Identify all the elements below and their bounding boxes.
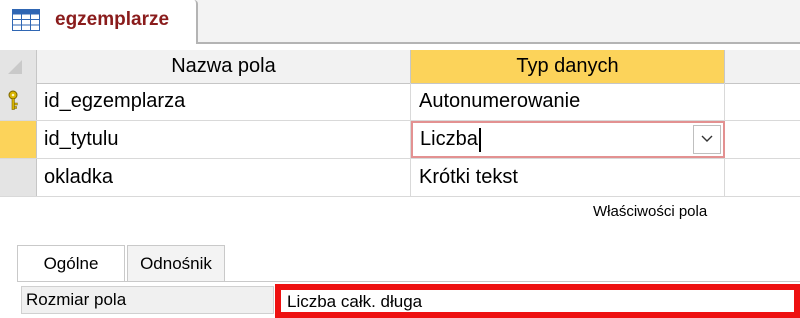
table-row[interactable]: id_tytulu Liczba bbox=[0, 121, 800, 159]
field-size-label: Rozmiar pola bbox=[21, 286, 274, 314]
tab-strip-divider bbox=[198, 42, 800, 44]
table-row[interactable]: okladka Krótki tekst bbox=[0, 159, 800, 197]
field-name-cell[interactable]: id_tytulu bbox=[37, 121, 411, 158]
column-header-description[interactable] bbox=[725, 50, 800, 83]
document-tab-strip: egzemplarze bbox=[0, 0, 800, 44]
data-type-dropdown-button[interactable] bbox=[693, 125, 721, 154]
table-row[interactable]: id_egzemplarza Autonumerowanie bbox=[0, 83, 800, 121]
document-tab-label: egzemplarze bbox=[55, 9, 170, 30]
row-selector[interactable] bbox=[0, 83, 37, 120]
row-selector[interactable] bbox=[0, 159, 37, 196]
text-caret bbox=[478, 127, 481, 152]
primary-key-icon bbox=[8, 90, 18, 110]
tab-general[interactable]: Ogólne bbox=[17, 245, 125, 281]
column-header-field-name[interactable]: Nazwa pola bbox=[37, 50, 411, 83]
field-size-value[interactable]: Liczba całk. długa bbox=[275, 284, 800, 318]
chevron-down-icon bbox=[701, 135, 713, 142]
data-type-combobox[interactable]: Liczba bbox=[411, 121, 725, 158]
row-selector[interactable] bbox=[0, 121, 37, 158]
table-design-grid: Nazwa pola Typ danych id_egzemplarza Aut… bbox=[0, 50, 800, 197]
field-name-cell[interactable]: okladka bbox=[37, 159, 411, 196]
column-header-data-type[interactable]: Typ danych bbox=[411, 50, 725, 83]
grid-header: Nazwa pola Typ danych bbox=[0, 50, 800, 84]
field-name-cell[interactable]: id_egzemplarza bbox=[37, 83, 411, 120]
data-type-cell[interactable]: Krótki tekst bbox=[411, 159, 725, 196]
field-properties-title: Właściwości pola bbox=[593, 203, 708, 220]
tab-lookup[interactable]: Odnośnik bbox=[127, 245, 225, 281]
data-type-value: Liczba bbox=[420, 128, 478, 150]
select-all-corner[interactable] bbox=[0, 50, 37, 83]
field-properties-panel: Rozmiar pola Liczba całk. długa bbox=[17, 281, 800, 318]
data-type-cell[interactable]: Autonumerowanie bbox=[411, 83, 725, 120]
document-tab[interactable]: egzemplarze bbox=[0, 0, 202, 44]
table-icon bbox=[12, 9, 40, 31]
